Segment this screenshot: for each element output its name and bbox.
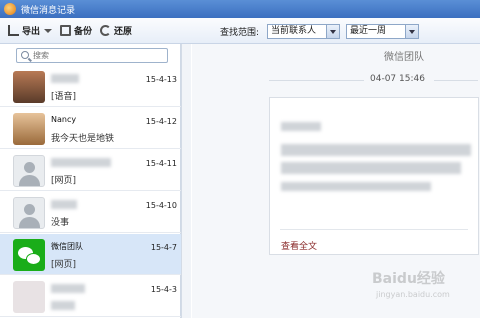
chevron-down-icon[interactable] <box>44 28 53 33</box>
blurred-text <box>281 122 321 131</box>
contact-select[interactable]: 当前联系人 <box>267 24 340 39</box>
blurred-name <box>51 74 79 83</box>
backup-label: 备份 <box>74 27 93 37</box>
watermark-logo: Baidu经验 <box>372 271 445 287</box>
conversation-date: 15-4-12 <box>145 117 177 126</box>
message-card[interactable]: 查看全文 <box>269 97 479 255</box>
restore-button[interactable]: 还原 <box>100 24 132 37</box>
divider-line <box>269 80 364 81</box>
restore-label: 还原 <box>114 27 133 37</box>
search-icon <box>21 51 29 59</box>
conversation-preview: [语音] <box>51 92 77 102</box>
toolbar: 导出 备份 还原 查找范围: 当前联系人 最近一周 <box>0 18 480 44</box>
avatar <box>13 71 45 103</box>
period-select-value: 最近一周 <box>350 26 387 36</box>
chat-title: 微信团队 <box>384 52 424 63</box>
period-select[interactable]: 最近一周 <box>346 24 419 39</box>
avatar <box>13 113 45 145</box>
blurred-text <box>281 144 471 156</box>
blurred-text <box>281 162 461 174</box>
default-avatar-icon <box>13 197 45 229</box>
window-title: 微信消息记录 <box>21 5 76 16</box>
conversation-date: 15-4-3 <box>150 285 177 294</box>
restore-icon <box>100 25 112 36</box>
timestamp-divider: 04-07 15:46 <box>192 74 480 86</box>
conversation-date: 15-4-11 <box>145 159 177 168</box>
divider-line <box>434 80 478 81</box>
conversation-date: 15-4-13 <box>145 75 177 84</box>
conversation-date: 15-4-7 <box>150 243 177 252</box>
view-full-text-link[interactable]: 查看全文 <box>281 239 317 252</box>
contact-select-value: 当前联系人 <box>271 26 317 36</box>
chevron-down-icon[interactable] <box>405 25 418 38</box>
conversation-preview: 没事 <box>51 218 70 228</box>
conversation-preview: [网页] <box>51 176 77 186</box>
search-input[interactable] <box>33 49 153 62</box>
conversation-name: Nancy <box>51 115 77 124</box>
conversation-preview: 我今天也是地铁 <box>51 134 115 144</box>
conversation-date: 15-4-10 <box>145 201 177 210</box>
sidebar-scrollbar[interactable] <box>181 44 191 318</box>
chevron-down-icon[interactable] <box>326 25 339 38</box>
conversation-item[interactable]: 15-4-11 [网页] <box>0 150 181 191</box>
export-icon <box>8 25 19 36</box>
wechat-logo-icon <box>13 239 45 271</box>
conversation-item[interactable]: 15-4-10 没事 <box>0 192 181 233</box>
title-bar: 微信消息记录 <box>0 0 480 18</box>
blurred-name <box>51 158 111 167</box>
watermark-url: jingyan.baidu.com <box>376 290 450 299</box>
backup-icon <box>60 25 72 36</box>
conversation-item-selected[interactable]: 微信团队 15-4-7 [网页] <box>0 234 181 275</box>
search-range-label: 查找范围: <box>220 28 260 38</box>
blurred-text <box>281 182 431 191</box>
blurred-name <box>51 200 77 209</box>
conversation-sidebar: 15-4-13 [语音] Nancy 15-4-12 我今天也是地铁 15-4-… <box>0 44 181 318</box>
message-timestamp: 04-07 15:46 <box>370 74 425 84</box>
backup-button[interactable]: 备份 <box>60 24 92 37</box>
default-avatar-icon <box>13 155 45 187</box>
app-logo-icon <box>4 3 16 15</box>
search-box[interactable] <box>16 48 168 63</box>
export-button[interactable]: 导出 <box>8 24 53 37</box>
avatar <box>13 281 45 313</box>
conversation-item[interactable]: 15-4-3 <box>0 276 181 317</box>
conversation-item[interactable]: 15-4-13 [语音] <box>0 66 181 107</box>
chat-header: 微信团队 <box>192 44 480 66</box>
search-bar <box>0 44 180 66</box>
conversation-name: 微信团队 <box>51 242 83 251</box>
conversation-item[interactable]: Nancy 15-4-12 我今天也是地铁 <box>0 108 181 149</box>
blurred-name <box>51 284 85 293</box>
card-divider <box>280 229 468 230</box>
conversation-preview: [网页] <box>51 260 77 270</box>
blurred-preview <box>51 301 75 310</box>
export-label: 导出 <box>22 27 41 37</box>
